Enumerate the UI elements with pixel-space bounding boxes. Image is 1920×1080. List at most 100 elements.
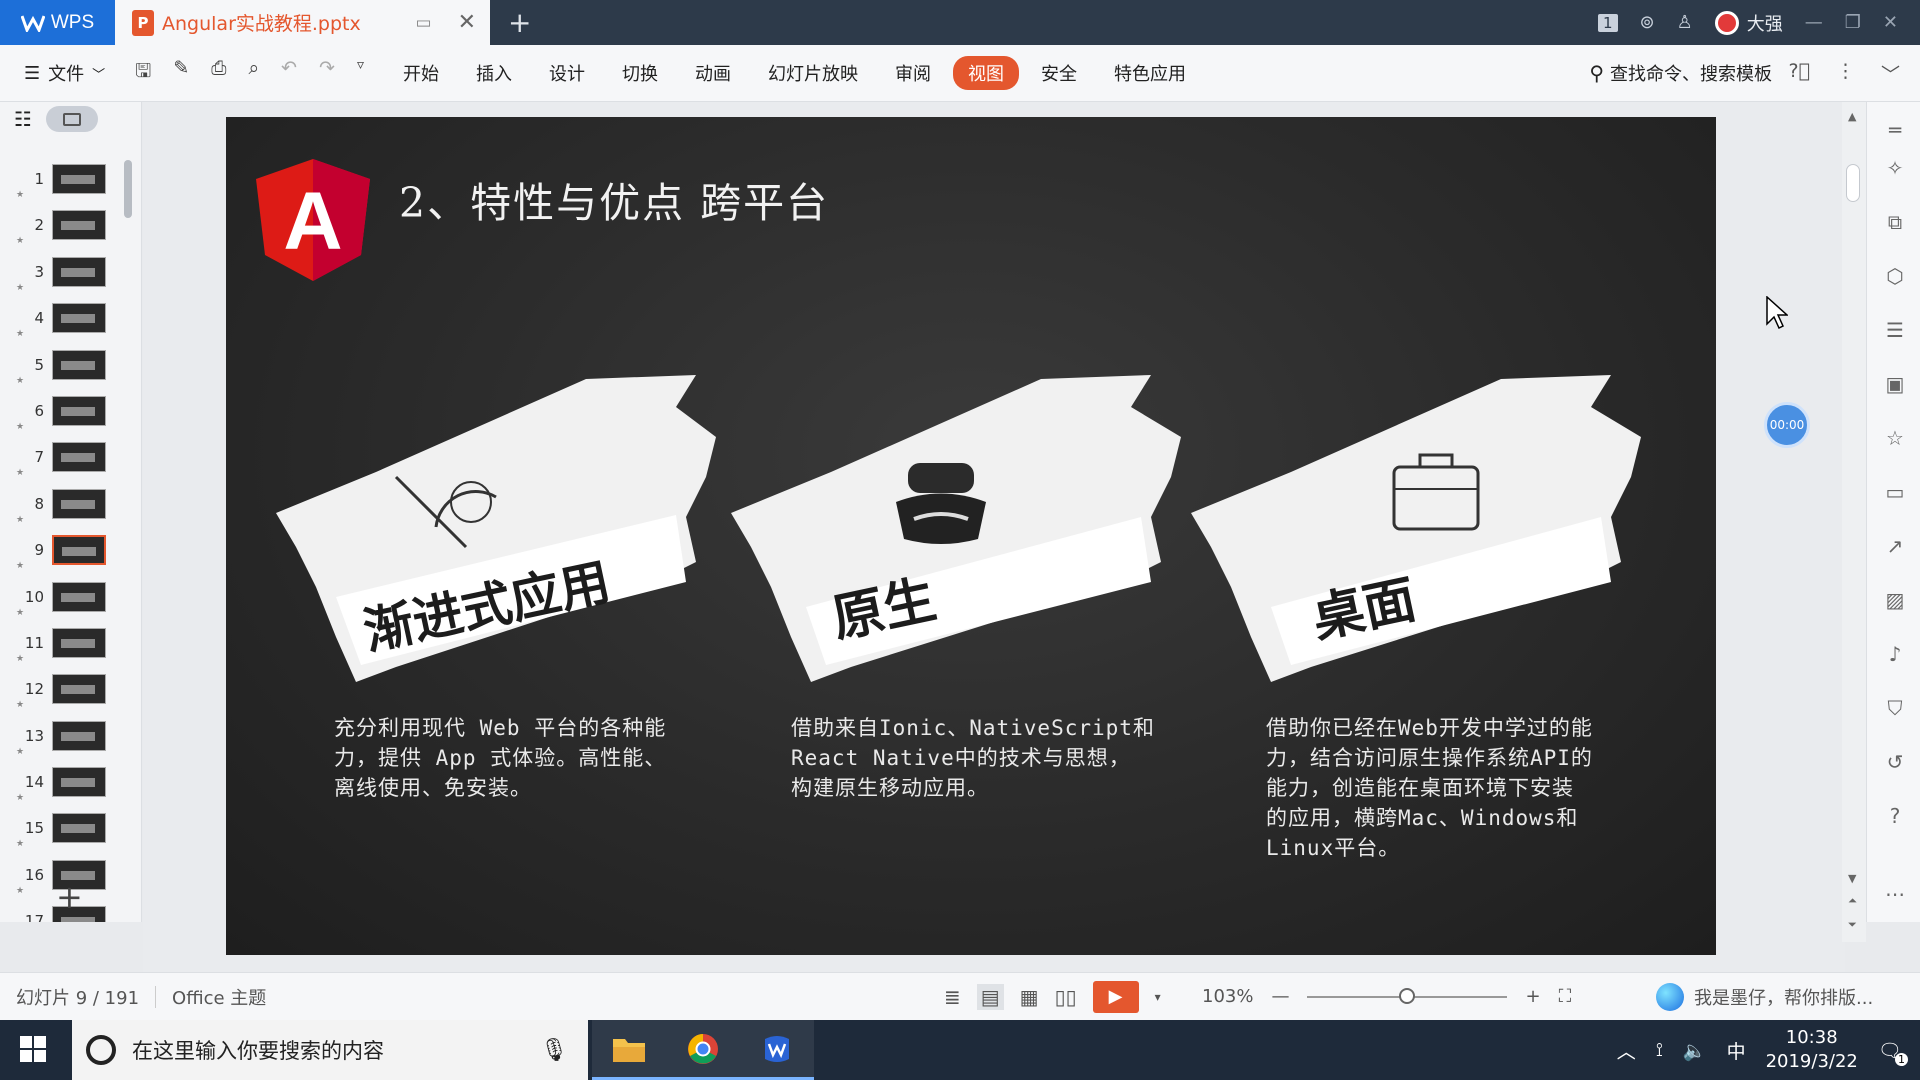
close-window-button[interactable]: ✕ xyxy=(1883,12,1898,33)
outline-view-icon[interactable]: ☷ xyxy=(14,107,32,131)
vertical-scrollbar[interactable]: ▲ ▼ ⏶ ⏷ xyxy=(1842,102,1866,942)
image-gallery-icon[interactable]: ▣ xyxy=(1883,372,1907,396)
input-method-indicator[interactable]: 中 xyxy=(1727,1037,1746,1064)
normal-view-icon[interactable]: ▤ xyxy=(976,983,1004,1010)
theme-name[interactable]: Office 主题 xyxy=(172,984,266,1010)
collapse-panel-icon[interactable]: ═ xyxy=(1883,118,1907,142)
print-preview-icon[interactable]: ⌕ xyxy=(248,57,259,89)
print-icon[interactable]: ⎙ xyxy=(211,57,226,89)
menu-tab[interactable]: 切换 xyxy=(607,56,673,90)
archive-icon[interactable]: ▭ xyxy=(1883,480,1907,504)
wps-app[interactable] xyxy=(740,1020,814,1080)
scroll-down-icon[interactable]: ▼ xyxy=(1848,872,1856,885)
network-icon[interactable]: ⟟ xyxy=(1656,1039,1663,1061)
reading-view-icon[interactable]: ▯▯ xyxy=(1055,985,1077,1009)
new-tab-button[interactable]: + xyxy=(508,6,531,39)
slide-thumbnail[interactable]: 4 ★ xyxy=(0,297,120,343)
slide-switch-icon[interactable]: ⧉ xyxy=(1883,210,1907,234)
file-explorer-app[interactable] xyxy=(592,1020,666,1080)
command-search[interactable]: ⚲ 查找命令、搜索模板 xyxy=(1589,60,1772,86)
menu-tab[interactable]: 开始 xyxy=(388,56,454,90)
zoom-out-icon[interactable]: — xyxy=(1271,986,1289,1007)
minimize-button[interactable]: — xyxy=(1805,12,1823,33)
customize-toolbar-icon[interactable]: ▿ xyxy=(357,57,364,89)
properties-icon[interactable]: ☰ xyxy=(1883,318,1907,342)
menu-tab[interactable]: 特色应用 xyxy=(1099,56,1201,90)
fit-window-icon[interactable]: ⛶ xyxy=(1559,986,1572,1007)
slide-thumbnail[interactable]: 13 ★ xyxy=(0,715,120,761)
skin-icon[interactable]: ♙ xyxy=(1677,12,1693,33)
pin-icon[interactable]: ✧ xyxy=(1883,156,1907,180)
format-painter-icon[interactable]: ✎ xyxy=(173,57,189,89)
user-account[interactable]: 大强 xyxy=(1714,10,1783,36)
add-slide-button[interactable]: + xyxy=(56,878,83,916)
menu-tab[interactable]: 插入 xyxy=(461,56,527,90)
scrollbar-thumb[interactable] xyxy=(1846,164,1860,202)
menu-tab[interactable]: 幻灯片放映 xyxy=(753,56,873,90)
show-hidden-icons[interactable]: ︿ xyxy=(1617,1037,1636,1064)
zoom-slider[interactable] xyxy=(1307,987,1508,1004)
chrome-app[interactable] xyxy=(666,1020,740,1080)
slide-thumbnail[interactable]: 6 ★ xyxy=(0,390,120,436)
close-tab-icon[interactable]: ✕ xyxy=(458,10,476,35)
wps-home-tab[interactable]: WPS xyxy=(0,0,115,45)
help-circle-icon[interactable]: ? xyxy=(1883,804,1907,828)
restore-button[interactable]: ❐ xyxy=(1845,12,1861,33)
notes-icon[interactable]: ≣ xyxy=(944,985,961,1009)
window-count-badge[interactable]: 1 xyxy=(1597,13,1618,32)
history-icon[interactable]: ↺ xyxy=(1883,750,1907,774)
zoom-in-icon[interactable]: + xyxy=(1525,986,1540,1007)
slide-thumbnail[interactable]: 5 ★ xyxy=(0,344,120,390)
audio-icon[interactable]: ♪ xyxy=(1883,642,1907,666)
thumbnail-scrollbar[interactable] xyxy=(124,160,132,218)
collapse-ribbon-icon[interactable]: ﹀ xyxy=(1881,60,1900,87)
slide-thumbnail[interactable]: 14 ★ xyxy=(0,761,120,807)
volume-icon[interactable]: 🔈 xyxy=(1683,1039,1707,1062)
file-menu[interactable]: ☰ 文件 ﹀ xyxy=(24,60,105,86)
screen-icon[interactable]: ▭ xyxy=(416,13,432,33)
slide-thumbnail[interactable]: 8 ★ xyxy=(0,483,120,529)
next-slide-icon[interactable]: ⏷ xyxy=(1848,918,1857,932)
save-icon[interactable]: 🖫 xyxy=(135,57,151,89)
slide-thumbnail[interactable]: 11 ★ xyxy=(0,622,120,668)
scroll-up-icon[interactable]: ▲ xyxy=(1848,110,1856,123)
document-icon[interactable]: ⊚ xyxy=(1640,12,1655,33)
menu-tab[interactable]: 设计 xyxy=(534,56,600,90)
document-tab[interactable]: P Angular实战教程.pptx ▭ ✕ xyxy=(115,0,490,45)
zoom-slider-handle[interactable] xyxy=(1399,987,1416,1004)
picture-icon[interactable]: ▨ xyxy=(1883,588,1907,612)
shape-icon[interactable]: ⬡ xyxy=(1883,264,1907,288)
zoom-level[interactable]: 103% xyxy=(1202,986,1253,1007)
taskbar-search[interactable]: 在这里输入你要搜索的内容 🎙 xyxy=(72,1020,588,1080)
help-icon[interactable]: ?⃝ xyxy=(1788,60,1810,87)
share-icon[interactable]: ↗ xyxy=(1883,534,1907,558)
redo-icon[interactable]: ↷ xyxy=(319,57,335,89)
slide[interactable]: A 2、特性与优点 跨平台 渐进式应用 充分利用现代 Web 平台的各种能 力，… xyxy=(226,117,1716,955)
slide-thumbnail[interactable]: 12 ★ xyxy=(0,668,120,714)
thumbnail-view-toggle[interactable] xyxy=(45,106,98,132)
timer-badge[interactable]: 00:00 xyxy=(1764,402,1810,448)
menu-tab[interactable]: 安全 xyxy=(1026,56,1092,90)
slideshow-options-icon[interactable]: ▾ xyxy=(1155,990,1161,1004)
menu-tab[interactable]: 视图 xyxy=(953,56,1019,90)
star-icon[interactable]: ☆ xyxy=(1883,426,1907,450)
microphone-icon[interactable]: 🎙 xyxy=(540,1038,568,1063)
system-clock[interactable]: 10:38 2019/3/22 xyxy=(1766,1026,1858,1074)
slide-thumbnail[interactable]: 10 ★ xyxy=(0,576,120,622)
slide-thumbnail[interactable]: 9 ★ xyxy=(0,529,120,575)
slide-sorter-icon[interactable]: ▦ xyxy=(1020,985,1039,1009)
windows-start-icon[interactable] xyxy=(20,1036,46,1062)
menu-tab[interactable]: 动画 xyxy=(680,56,746,90)
notification-center-icon[interactable]: 🗨 1 xyxy=(1878,1039,1908,1066)
slide-thumbnail[interactable]: 3 ★ xyxy=(0,251,120,297)
slide-thumbnail[interactable]: 15 ★ xyxy=(0,807,120,853)
slide-thumbnail[interactable]: 7 ★ xyxy=(0,436,120,482)
more-icon[interactable]: ⋯ xyxy=(1883,882,1907,906)
prev-slide-icon[interactable]: ⏶ xyxy=(1848,894,1857,908)
slide-thumbnail[interactable]: 1 ★ xyxy=(0,158,120,204)
slide-thumbnail[interactable]: 2 ★ xyxy=(0,204,120,250)
menu-tab[interactable]: 审阅 xyxy=(880,56,946,90)
undo-icon[interactable]: ↶ xyxy=(281,57,297,89)
backup-icon[interactable]: ⛉ xyxy=(1883,696,1907,720)
ai-assistant[interactable]: 我是墨仔，帮你排版... xyxy=(1656,982,1873,1011)
